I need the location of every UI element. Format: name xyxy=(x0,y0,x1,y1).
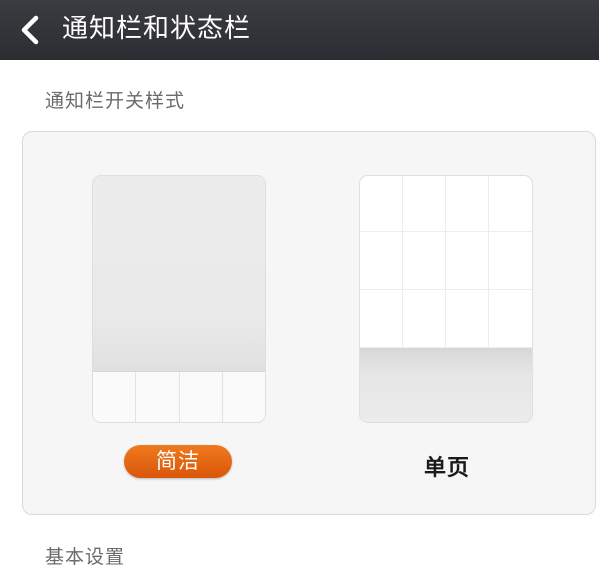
section-label-toggle-style: 通知栏开关样式 xyxy=(45,90,186,112)
preview-simple-thumbnail xyxy=(92,175,266,423)
option-single-page-label: 单页 xyxy=(423,456,470,481)
option-single-page[interactable]: 单页 xyxy=(347,132,547,516)
option-simple-label: 简洁 xyxy=(124,445,232,478)
toggle-style-panel: 简洁 单页 xyxy=(22,131,596,515)
preview-single-page-thumbnail xyxy=(359,175,533,423)
screen: 通知栏和状态栏 通知栏开关样式 简洁 单页 基本设置 xyxy=(0,0,599,581)
chevron-left-icon[interactable] xyxy=(18,12,42,48)
title-bar: 通知栏和状态栏 xyxy=(0,0,599,60)
page-title: 通知栏和状态栏 xyxy=(62,14,252,44)
option-simple[interactable]: 简洁 xyxy=(80,132,280,516)
section-label-basic-settings: 基本设置 xyxy=(45,546,126,568)
